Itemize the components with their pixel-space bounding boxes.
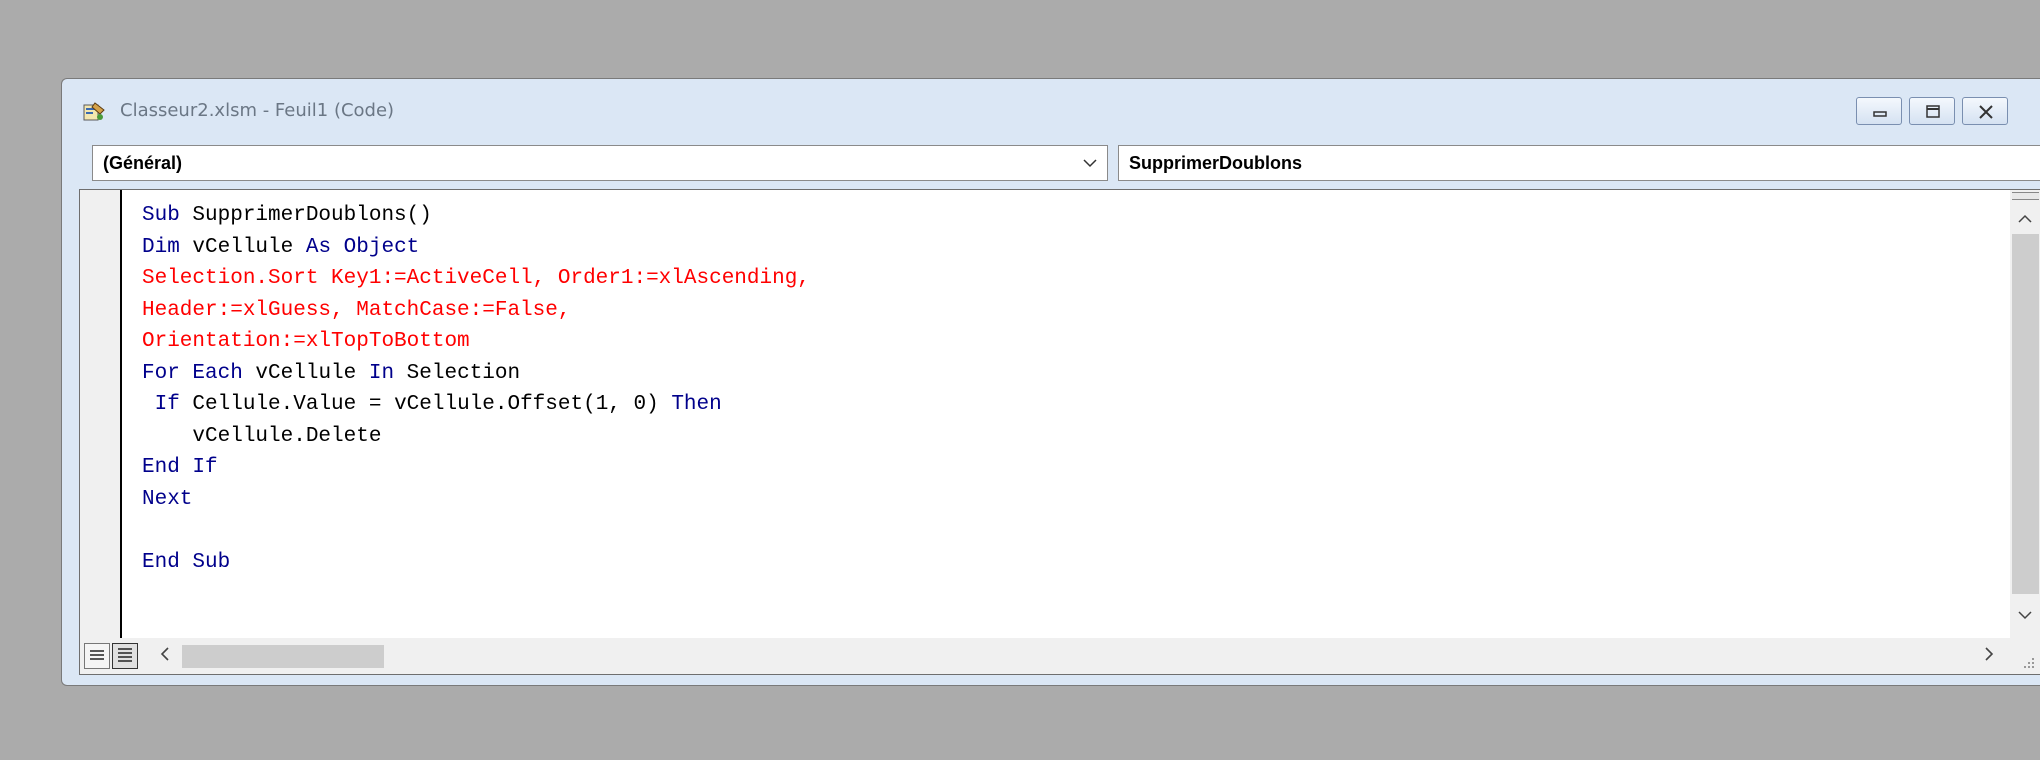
margin-indicator-bar[interactable] — [80, 190, 122, 640]
code-text[interactable]: Sub SupprimerDoublons() Dim vCellule As O… — [142, 200, 810, 578]
minimize-button[interactable] — [1856, 97, 1902, 125]
chevron-up-icon[interactable] — [2018, 214, 2032, 224]
code-window: Classeur2.xlsm - Feuil1 (Code) (Général)… — [61, 78, 2040, 686]
chevron-down-icon[interactable] — [2018, 610, 2032, 620]
code-line: vCellule.Delete — [142, 424, 382, 448]
code-line-error: Selection.Sort Key1:=ActiveCell, Order1:… — [142, 267, 810, 290]
full-module-view-button[interactable] — [112, 643, 138, 669]
procedure-view-button[interactable] — [84, 643, 110, 669]
minimize-icon — [1873, 111, 1887, 117]
code-line: Sub SupprimerDoublons() — [142, 204, 432, 227]
code-line: If Cellule.Value = vCellule.Offset(1, 0)… — [154, 393, 722, 416]
code-line: End If — [142, 456, 218, 479]
horizontal-scroll-thumb[interactable] — [182, 645, 384, 668]
object-dropdown-value: (Général) — [103, 153, 183, 173]
resize-grip-icon[interactable] — [2020, 654, 2036, 670]
vertical-scroll-thumb[interactable] — [2012, 234, 2039, 594]
chevron-right-icon[interactable] — [1984, 646, 1994, 662]
code-line: Next — [142, 487, 193, 511]
procedure-dropdown[interactable]: SupprimerDoublons — [1118, 145, 2040, 181]
window-title: Classeur2.xlsm - Feuil1 (Code) — [120, 100, 395, 121]
chevron-left-icon[interactable] — [160, 646, 170, 662]
chevron-down-icon — [1083, 159, 1097, 168]
horizontal-scrollbar[interactable] — [80, 638, 2040, 674]
code-editor[interactable]: Sub SupprimerDoublons() Dim vCellule As O… — [79, 189, 2040, 675]
split-bar[interactable] — [2012, 192, 2039, 200]
code-line-error: Orientation:=xlTopToBottom — [142, 330, 470, 353]
vertical-scrollbar[interactable] — [2010, 190, 2040, 640]
code-line-error: Header:=xlGuess, MatchCase:=False, — [142, 298, 571, 322]
vba-code-icon — [83, 102, 105, 122]
code-line: End Sub — [142, 550, 231, 574]
code-line: Dim vCellule As Object — [142, 235, 420, 259]
object-dropdown[interactable]: (Général) — [92, 145, 1108, 181]
restore-button[interactable] — [1909, 97, 1955, 125]
full-module-view-icon — [118, 648, 132, 662]
code-line: For Each vCellule In Selection — [142, 361, 521, 385]
title-bar[interactable]: Classeur2.xlsm - Feuil1 (Code) — [62, 79, 2040, 141]
procedure-view-icon — [90, 650, 104, 660]
restore-icon — [1926, 105, 1940, 118]
procedure-dropdown-value: SupprimerDoublons — [1129, 153, 1303, 173]
close-icon — [1979, 105, 1993, 119]
close-button[interactable] — [1962, 97, 2008, 125]
